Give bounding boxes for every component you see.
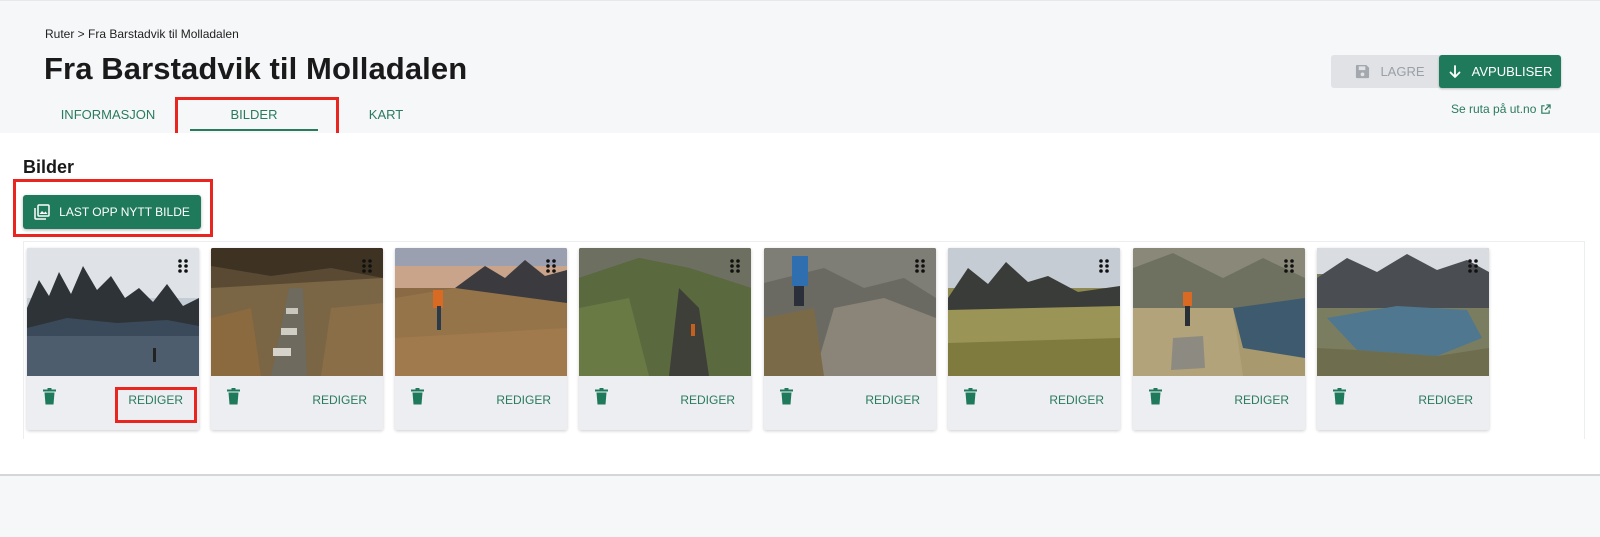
trash-icon[interactable] — [1149, 388, 1162, 405]
card-footer: REDIGER — [395, 376, 567, 430]
drag-handle-icon[interactable] — [1283, 258, 1295, 274]
trash-icon[interactable] — [780, 388, 793, 405]
photo-thumbnail[interactable] — [27, 248, 199, 376]
image-card: REDIGER — [764, 248, 936, 430]
image-card: REDIGER — [211, 248, 383, 430]
see-route-link[interactable]: Se ruta på ut.no — [1451, 102, 1552, 116]
page-footer-area — [0, 478, 1600, 537]
floppy-disk-icon — [1356, 64, 1370, 79]
page-title: Fra Barstadvik til Molladalen — [44, 51, 468, 86]
drag-handle-icon[interactable] — [729, 258, 741, 274]
tab-label: KART — [368, 107, 404, 122]
edit-button[interactable]: REDIGER — [312, 393, 367, 407]
drag-handle-icon[interactable] — [1467, 258, 1479, 274]
drag-handle-icon[interactable] — [1098, 258, 1110, 274]
photo-thumbnail[interactable] — [579, 248, 751, 376]
tab-label: INFORMASJON — [60, 107, 156, 122]
edit-button[interactable]: REDIGER — [1234, 393, 1289, 407]
save-button[interactable]: LAGRE — [1331, 55, 1449, 88]
main-content: Bilder LAST OPP NYTT BILDE REDIGER REDIG… — [0, 133, 1600, 476]
drag-handle-icon[interactable] — [177, 258, 189, 274]
trash-icon[interactable] — [227, 388, 240, 405]
unpublish-button[interactable]: AVPUBLISER — [1439, 55, 1561, 88]
trash-icon[interactable] — [1333, 388, 1346, 405]
photo-thumbnail[interactable] — [1133, 248, 1305, 376]
card-footer: REDIGER — [1317, 376, 1489, 430]
image-card: REDIGER — [1317, 248, 1489, 430]
card-footer: REDIGER — [1133, 376, 1305, 430]
card-footer: REDIGER — [764, 376, 936, 430]
image-card: REDIGER — [579, 248, 751, 430]
photo-thumbnail[interactable] — [948, 248, 1120, 376]
trash-icon[interactable] — [411, 388, 424, 405]
card-footer: REDIGER — [211, 376, 383, 430]
save-button-label: LAGRE — [1380, 64, 1425, 79]
edit-button[interactable]: REDIGER — [1418, 393, 1473, 407]
edit-button[interactable]: REDIGER — [496, 393, 551, 407]
tab-kart[interactable]: KART — [340, 99, 432, 134]
trash-icon[interactable] — [964, 388, 977, 405]
photo-thumbnail[interactable] — [764, 248, 936, 376]
photo-thumbnail[interactable] — [395, 248, 567, 376]
image-gallery: REDIGER REDIGER REDIGER REDIGER REDIGER … — [23, 241, 1585, 439]
drag-handle-icon[interactable] — [914, 258, 926, 274]
card-footer: REDIGER — [948, 376, 1120, 430]
card-footer: REDIGER — [579, 376, 751, 430]
image-card: REDIGER — [948, 248, 1120, 430]
see-route-label: Se ruta på ut.no — [1451, 102, 1537, 116]
trash-icon[interactable] — [43, 388, 56, 405]
unpublish-button-label: AVPUBLISER — [1471, 64, 1553, 79]
drag-handle-icon[interactable] — [361, 258, 373, 274]
image-card: REDIGER — [395, 248, 567, 430]
tab-informasjon[interactable]: INFORMASJON — [44, 99, 172, 134]
edit-button[interactable]: REDIGER — [1049, 393, 1104, 407]
breadcrumb[interactable]: Ruter > Fra Barstadvik til Molladalen — [45, 27, 239, 41]
arrow-down-icon — [1449, 64, 1461, 78]
external-link-icon — [1541, 103, 1552, 114]
photo-thumbnail[interactable] — [1317, 248, 1489, 376]
section-title: Bilder — [23, 157, 75, 177]
highlight-box-upload — [13, 179, 213, 237]
trash-icon[interactable] — [595, 388, 608, 405]
drag-handle-icon[interactable] — [545, 258, 557, 274]
image-card: REDIGER — [1133, 248, 1305, 430]
edit-button[interactable]: REDIGER — [865, 393, 920, 407]
edit-button[interactable]: REDIGER — [680, 393, 735, 407]
photo-thumbnail[interactable] — [211, 248, 383, 376]
highlight-box-edit — [115, 387, 197, 423]
